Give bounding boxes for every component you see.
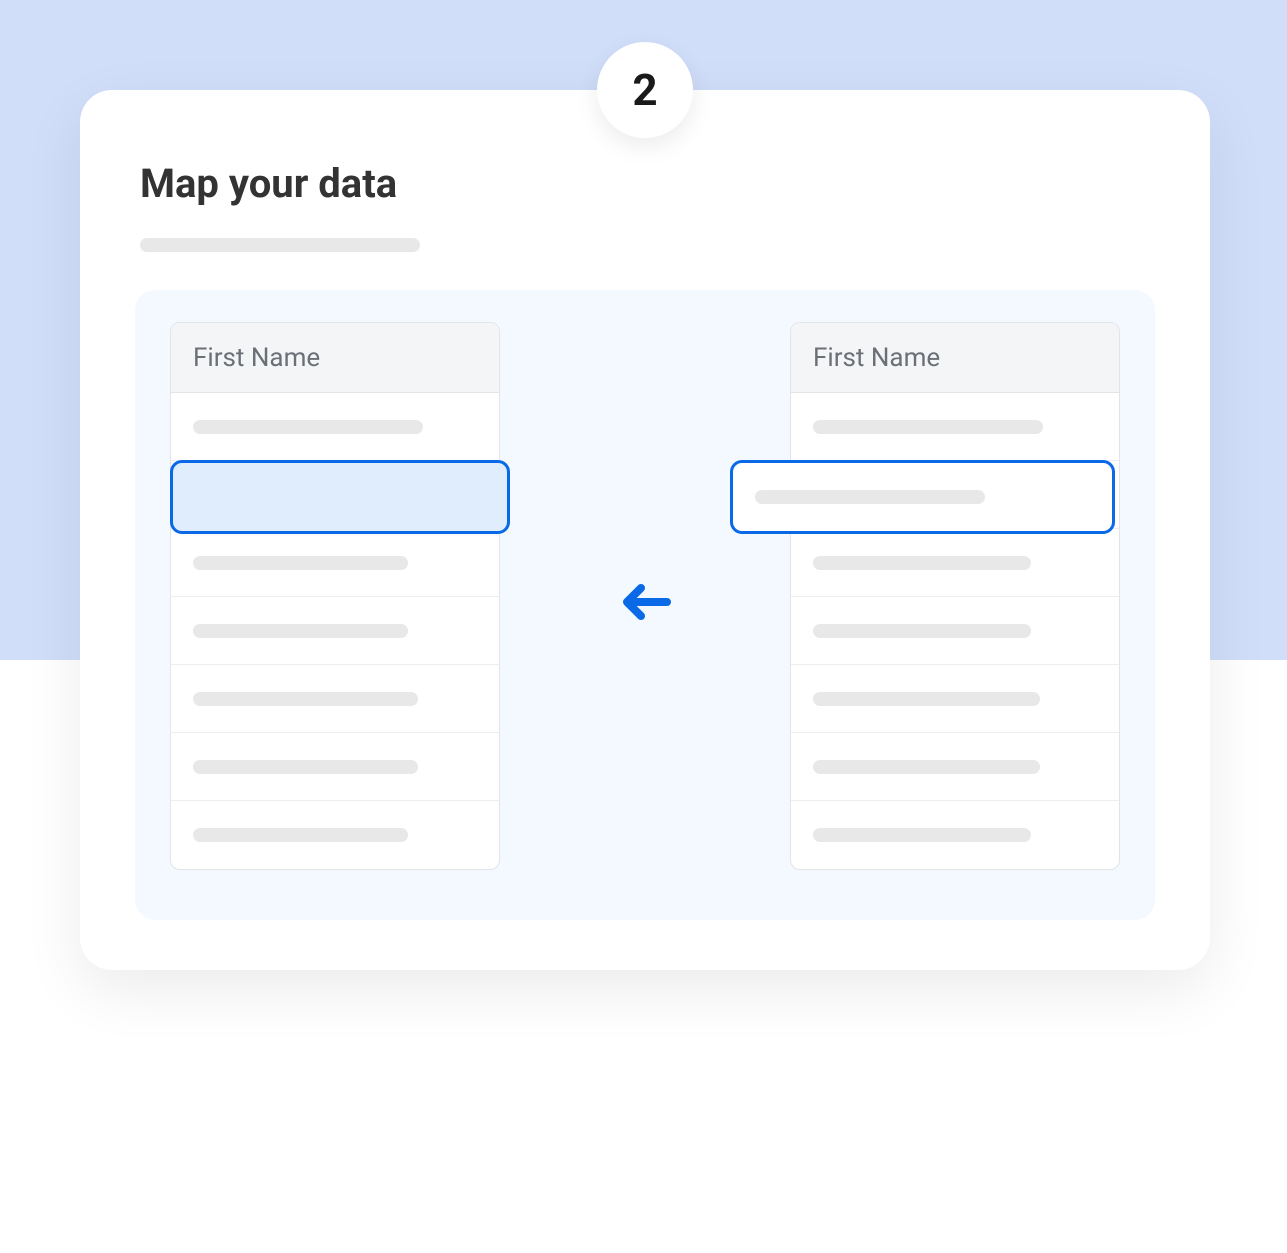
left-column: First Name: [170, 322, 500, 870]
row-placeholder: [813, 692, 1040, 706]
row-placeholder: [193, 692, 418, 706]
arrow-left-icon: [619, 580, 671, 628]
mapping-container: First Name First Name: [135, 290, 1155, 920]
row-placeholder: [813, 556, 1031, 570]
row-placeholder: [193, 624, 408, 638]
row-placeholder: [813, 420, 1043, 434]
list-item[interactable]: [171, 393, 499, 461]
row-placeholder: [193, 828, 408, 842]
row-placeholder: [813, 624, 1031, 638]
list-item[interactable]: [171, 801, 499, 869]
list-item[interactable]: [791, 801, 1119, 869]
list-item[interactable]: [171, 665, 499, 733]
step-number-badge: 2: [597, 42, 693, 138]
right-selected-row[interactable]: [730, 460, 1115, 534]
list-item[interactable]: [791, 665, 1119, 733]
list-item[interactable]: [791, 733, 1119, 801]
right-column-header: First Name: [791, 323, 1119, 393]
page-title: Map your data: [140, 160, 397, 207]
row-placeholder: [193, 420, 423, 434]
row-placeholder: [193, 556, 408, 570]
list-item[interactable]: [171, 597, 499, 665]
list-item[interactable]: [171, 733, 499, 801]
list-item[interactable]: [791, 393, 1119, 461]
list-item[interactable]: [171, 529, 499, 597]
row-placeholder: [813, 828, 1031, 842]
left-selected-row[interactable]: [170, 460, 510, 534]
left-column-header: First Name: [171, 323, 499, 393]
row-placeholder: [193, 760, 418, 774]
right-column: First Name: [790, 322, 1120, 870]
step-card: 2 Map your data First Name First Name: [80, 90, 1210, 970]
list-item[interactable]: [791, 597, 1119, 665]
subtitle-placeholder: [140, 238, 420, 252]
row-placeholder: [813, 760, 1040, 774]
row-placeholder: [755, 490, 985, 504]
list-item[interactable]: [791, 529, 1119, 597]
